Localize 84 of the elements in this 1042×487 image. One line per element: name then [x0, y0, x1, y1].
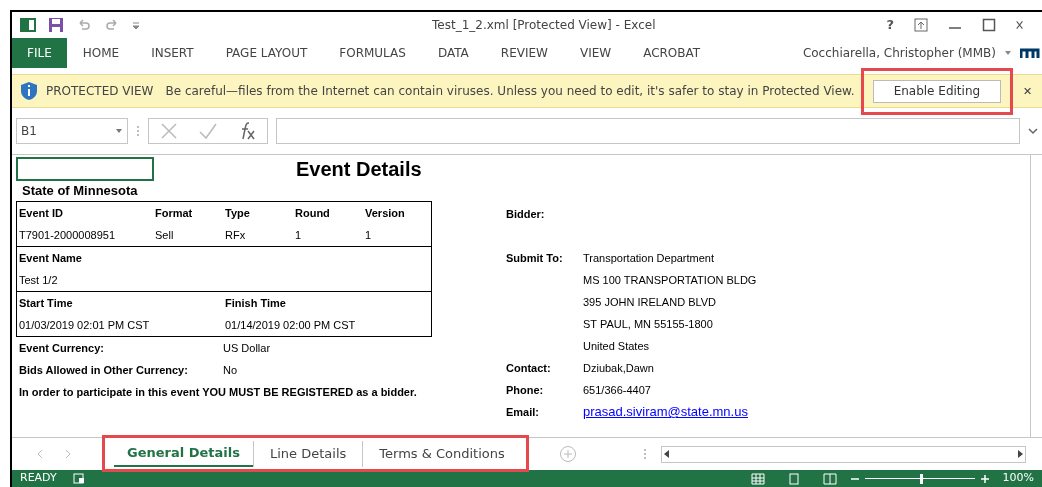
sheet-tab[interactable]: Line Details — [253, 441, 363, 467]
table-cell-text: 1 — [294, 227, 303, 243]
field-label: Bids Allowed in Other Currency: — [19, 362, 189, 378]
redo-icon[interactable] — [104, 18, 120, 32]
organization-name: State of Minnesota — [21, 182, 139, 200]
email-link[interactable]: prasad.siviram@state.mn.us — [583, 402, 748, 422]
scroll-left-icon — [663, 450, 670, 458]
zoom-level[interactable]: 100% — [1002, 470, 1034, 487]
grip-icon — [642, 447, 647, 461]
field-label: Email: — [506, 404, 540, 420]
sheet-tab[interactable]: Terms & Conditions — [362, 441, 521, 467]
name-box[interactable]: B1 — [16, 118, 128, 144]
zoom-thumb[interactable] — [919, 473, 923, 484]
address-line: ST PAUL, MN 55155-1800 — [583, 317, 714, 332]
customize-icon[interactable] — [132, 20, 140, 30]
address-line: MS 100 TRANSPORTATION BLDG — [583, 273, 757, 288]
selected-cell[interactable] — [16, 157, 154, 181]
table-cell-text: 1 — [364, 227, 373, 243]
ribbon-tab[interactable]: INSERT — [135, 38, 210, 68]
horizontal-scrollbar[interactable] — [660, 445, 1026, 463]
check-icon[interactable] — [198, 121, 218, 141]
ribbon-tab[interactable]: DATA — [421, 38, 485, 68]
sheet-title: Event Details — [296, 157, 422, 181]
ribbon-tab[interactable]: ACROBAT — [627, 38, 717, 68]
maximize-icon[interactable] — [982, 18, 996, 32]
table-cell-text: 01/14/2019 02:00 PM CST — [224, 317, 357, 333]
field-label: Event Currency: — [19, 340, 105, 356]
column-header: Format — [154, 205, 194, 221]
table-cell-text: 01/03/2019 02:01 PM CST — [18, 317, 151, 333]
column-header: Version — [364, 205, 406, 221]
field-value: 651/366-4407 — [583, 382, 651, 398]
table-cell-text: Sell — [154, 227, 175, 243]
field-label: Phone: — [506, 382, 545, 398]
window-title: Test_1_2.xml [Protected View] - Excel — [432, 17, 656, 34]
column-header: Round — [294, 205, 331, 221]
protected-view-title: PROTECTED VIEW — [46, 83, 154, 100]
info-shield-icon — [20, 81, 38, 101]
ribbon-tab[interactable]: FORMULAS — [323, 38, 422, 68]
expand-icon[interactable] — [1028, 127, 1038, 135]
scroll-right-icon — [1017, 450, 1023, 458]
ribbon-tab[interactable]: REVIEW — [484, 38, 564, 68]
excel-logo-icon — [20, 17, 36, 33]
close-icon[interactable] — [1016, 18, 1026, 32]
column-header: Start Time — [18, 295, 74, 311]
field-label: Contact: — [506, 360, 552, 376]
address-line: Transportation Department — [583, 251, 716, 266]
zoom-in-icon[interactable] — [980, 474, 989, 483]
field-value: No — [223, 362, 238, 378]
ribbon-tab[interactable]: HOME — [66, 38, 136, 68]
status-text: READY — [20, 470, 57, 487]
protected-view-message: Be careful—files from the Internet can contain viruses. Unless you need to edit, it's safer to stay in Protected View. — [165, 83, 855, 100]
address-line: United States — [583, 339, 651, 354]
column-header: Type — [224, 205, 251, 221]
ribbon-tab[interactable]: FILE — [12, 38, 67, 68]
normal-view-icon[interactable] — [750, 472, 765, 485]
ribbon-display-icon[interactable] — [914, 18, 928, 32]
user-name[interactable]: Cocchiarella, Christopher (MMB) — [802, 44, 996, 62]
help-button[interactable]: ? — [886, 15, 894, 35]
table-cell-text: RFx — [224, 227, 247, 243]
field-label: Submit To: — [506, 251, 564, 266]
macro-icon — [72, 473, 85, 484]
column-header: Event ID — [18, 205, 64, 221]
registration-notice: In order to participate in this event YOU MUST BE REGISTERED as a bidder. — [19, 384, 417, 400]
ribbon-tab[interactable]: VIEW — [563, 38, 628, 68]
formula-input[interactable] — [276, 118, 1020, 144]
field-value: US Dollar — [223, 340, 271, 356]
field-value: Dziubak,Dawn — [583, 360, 654, 376]
page-layout-icon[interactable] — [786, 472, 801, 485]
ribbon-tab[interactable]: PAGE LAYOUT — [209, 38, 324, 68]
zoom-slider[interactable] — [864, 473, 975, 484]
caret-icon — [115, 127, 123, 135]
undo-icon[interactable] — [76, 18, 92, 32]
enable-editing-button[interactable]: Enable Editing — [872, 79, 1002, 103]
table-cell-text: Test 1/2 — [18, 272, 58, 288]
field-label: Bidder: — [506, 206, 545, 222]
address-line: 395 JOHN IRELAND BLVD — [583, 295, 718, 310]
grip-icon — [136, 124, 140, 138]
page-break-icon[interactable] — [822, 472, 837, 485]
column-header: Finish Time — [224, 295, 287, 311]
table-cell-text: T7901-2000008951 — [18, 227, 117, 243]
logo-icon — [1020, 47, 1042, 59]
save-icon[interactable] — [48, 17, 64, 33]
column-header: Event Name — [18, 250, 82, 266]
caret-icon — [1004, 49, 1012, 57]
